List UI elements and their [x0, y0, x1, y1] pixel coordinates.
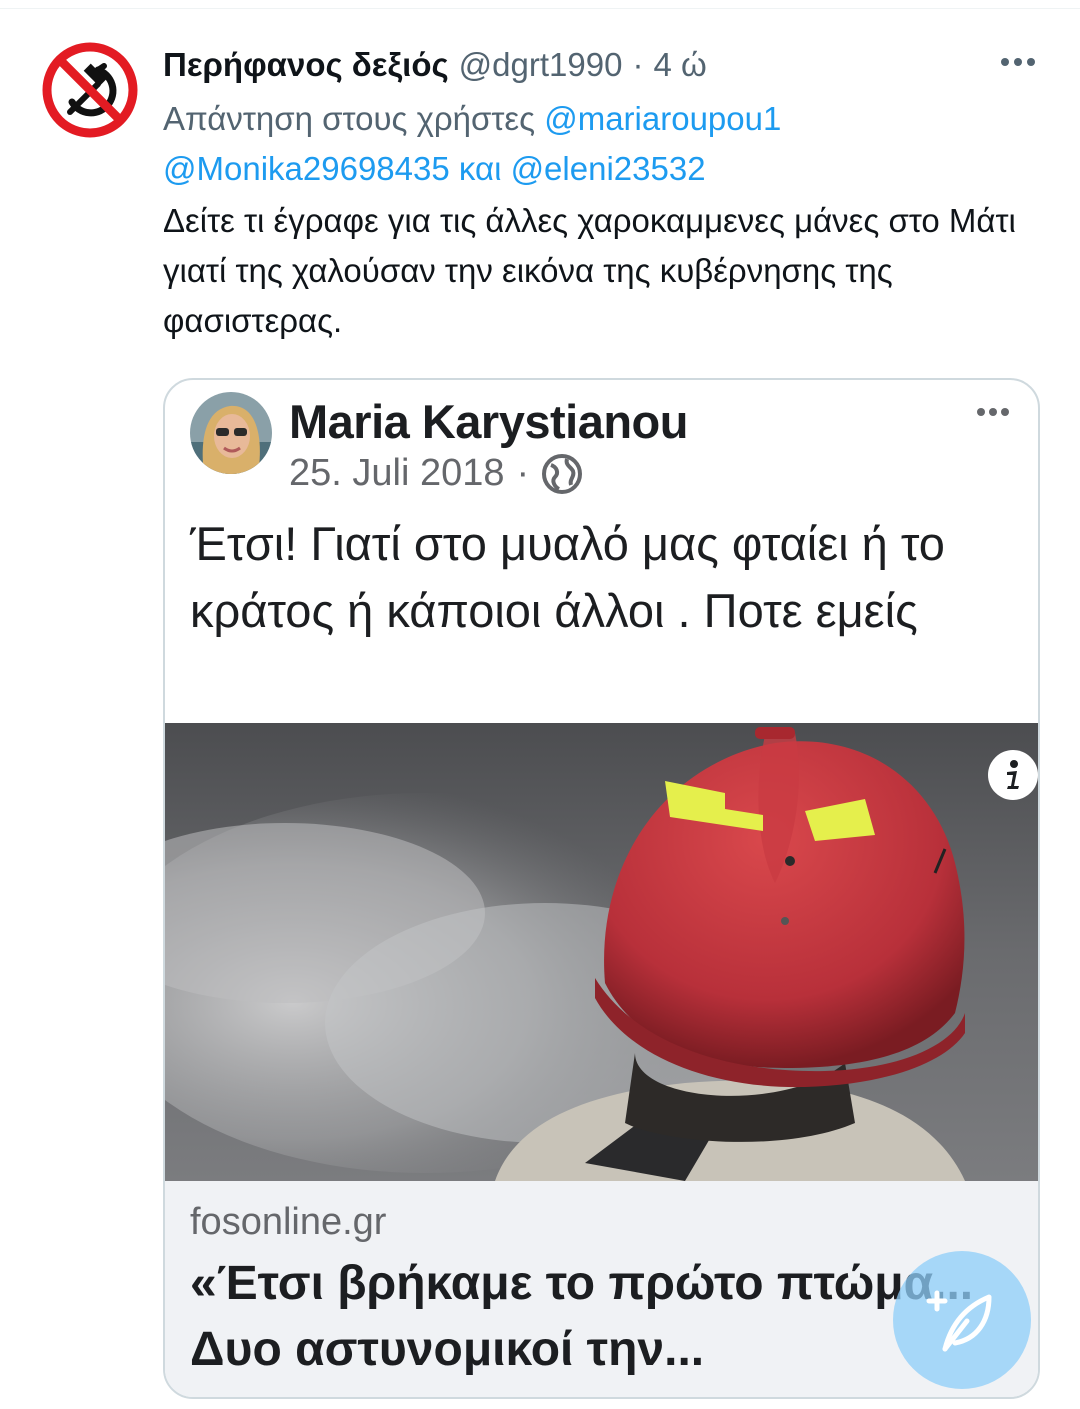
- fb-date-separator: ·: [516, 452, 530, 494]
- reply-context: Απάντηση στους χρήστες @mariaroupou1 @Mo…: [163, 94, 883, 194]
- more-options-icon[interactable]: [1000, 52, 1036, 72]
- author-avatar[interactable]: [40, 40, 140, 140]
- top-divider: [0, 8, 1080, 9]
- fb-author-avatar: [190, 392, 272, 474]
- compose-feather-icon: [926, 1290, 992, 1352]
- fb-post-date: 25. Juli 2018 ·: [289, 452, 583, 495]
- profile-photo-icon: [190, 392, 272, 474]
- compose-tweet-button[interactable]: [893, 1251, 1031, 1389]
- fb-author-name: Maria Karystianou: [289, 395, 688, 448]
- post-photo: [165, 723, 1038, 1181]
- info-icon: [988, 750, 1038, 800]
- firefighter-photo: [165, 723, 1038, 1181]
- tweet-timestamp[interactable]: 4 ώ: [653, 46, 706, 84]
- author-handle[interactable]: @dgrt1990: [459, 46, 623, 84]
- reply-and: και: [449, 150, 511, 187]
- link-title: «Έτσι βρήκαμε το πρώτο πτώμα... Δυο αστυ…: [190, 1257, 974, 1376]
- reply-prefix: Απάντηση στους χρήστες: [163, 100, 545, 137]
- tweet-header: Περήφανος δεξιός @dgrt1990 · 4 ώ: [163, 36, 1043, 94]
- mention-link[interactable]: @Monika29698435: [163, 150, 450, 187]
- fb-post-text: Έτσι! Γιατί στο μυαλό μας φταίει ή το κρ…: [190, 517, 945, 637]
- media-card[interactable]: Maria Karystianou 25. Juli 2018 · Έτσι! …: [163, 378, 1040, 1399]
- no-communism-symbol-icon: [40, 40, 140, 140]
- header-separator: ·: [632, 46, 644, 83]
- fb-more-options-icon: [977, 408, 1009, 416]
- fb-date-text: 25. Juli 2018: [289, 452, 505, 494]
- link-domain: fosonline.gr: [190, 1201, 387, 1243]
- tweet-body: Περήφανος δεξιός @dgrt1990 · 4 ώ Απάντησ…: [163, 36, 1043, 346]
- mention-link[interactable]: @eleni23532: [511, 150, 706, 187]
- author-display-name[interactable]: Περήφανος δεξιός: [163, 46, 449, 84]
- globe-icon: [542, 453, 583, 494]
- tweet-text: Δείτε τι έγραφε για τις άλλες χαροκαμμεν…: [163, 202, 1016, 339]
- mention-link[interactable]: @mariaroupou1: [544, 100, 781, 137]
